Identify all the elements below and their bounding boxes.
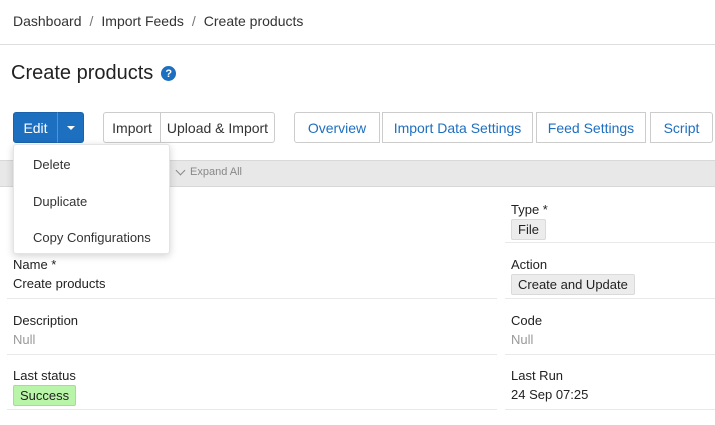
name-label: Name * — [13, 257, 57, 272]
row-divider — [7, 409, 497, 410]
chevron-down-icon — [175, 165, 186, 175]
menu-item-delete[interactable]: Delete — [33, 157, 71, 172]
last-run-value: 24 Sep 07:25 — [511, 387, 589, 402]
status-badge: Success — [13, 385, 77, 406]
description-label: Description — [13, 313, 79, 328]
expand-all-link[interactable]: Expand All — [175, 165, 242, 178]
type-label: Type * — [511, 202, 548, 217]
breadcrumb-dashboard[interactable]: Dashboard — [13, 13, 82, 29]
last-run-label: Last Run — [511, 368, 564, 383]
tab-overview[interactable]: Overview — [294, 112, 380, 143]
edit-dropdown-toggle[interactable] — [57, 112, 84, 143]
action-label: Action — [511, 257, 548, 272]
row-divider — [7, 298, 497, 299]
name-value: Create products — [13, 276, 106, 291]
action-value: Create and Update — [511, 274, 635, 295]
upload-import-button[interactable]: Upload & Import — [160, 112, 275, 143]
last-status-label: Last status — [13, 368, 76, 383]
row-divider — [505, 354, 715, 355]
breadcrumb-separator: / — [89, 13, 94, 29]
row-divider — [505, 242, 715, 243]
expand-all-label: Expand All — [190, 166, 242, 178]
row-divider — [505, 298, 715, 299]
page-title-row: Create products ? — [11, 62, 177, 85]
import-button[interactable]: Import — [103, 112, 161, 143]
description-value: Null — [13, 332, 36, 347]
type-value: File — [511, 219, 546, 240]
code-label: Code — [511, 313, 543, 328]
breadcrumb: Dashboard / Import Feeds / Create produc… — [13, 13, 303, 29]
breadcrumb-current: Create products — [203, 13, 304, 29]
tab-script[interactable]: Script — [650, 112, 713, 143]
menu-item-duplicate[interactable]: Duplicate — [33, 194, 87, 209]
menu-item-copy-configurations[interactable]: Copy Configurations — [33, 230, 151, 245]
row-divider — [505, 409, 715, 410]
edit-dropdown-menu: Delete Duplicate Copy Configurations — [13, 144, 170, 254]
chevron-down-icon — [66, 125, 75, 130]
breadcrumb-separator: / — [191, 13, 196, 29]
tab-import-data-settings[interactable]: Import Data Settings — [382, 112, 533, 143]
tab-feed-settings[interactable]: Feed Settings — [536, 112, 646, 143]
row-divider — [7, 354, 497, 355]
page-title: Create products — [11, 62, 154, 84]
help-icon[interactable]: ? — [161, 66, 177, 81]
edit-button[interactable]: Edit — [13, 112, 58, 143]
breadcrumb-import-feeds[interactable]: Import Feeds — [101, 13, 183, 29]
header-divider — [0, 44, 715, 45]
code-value: Null — [511, 332, 534, 347]
